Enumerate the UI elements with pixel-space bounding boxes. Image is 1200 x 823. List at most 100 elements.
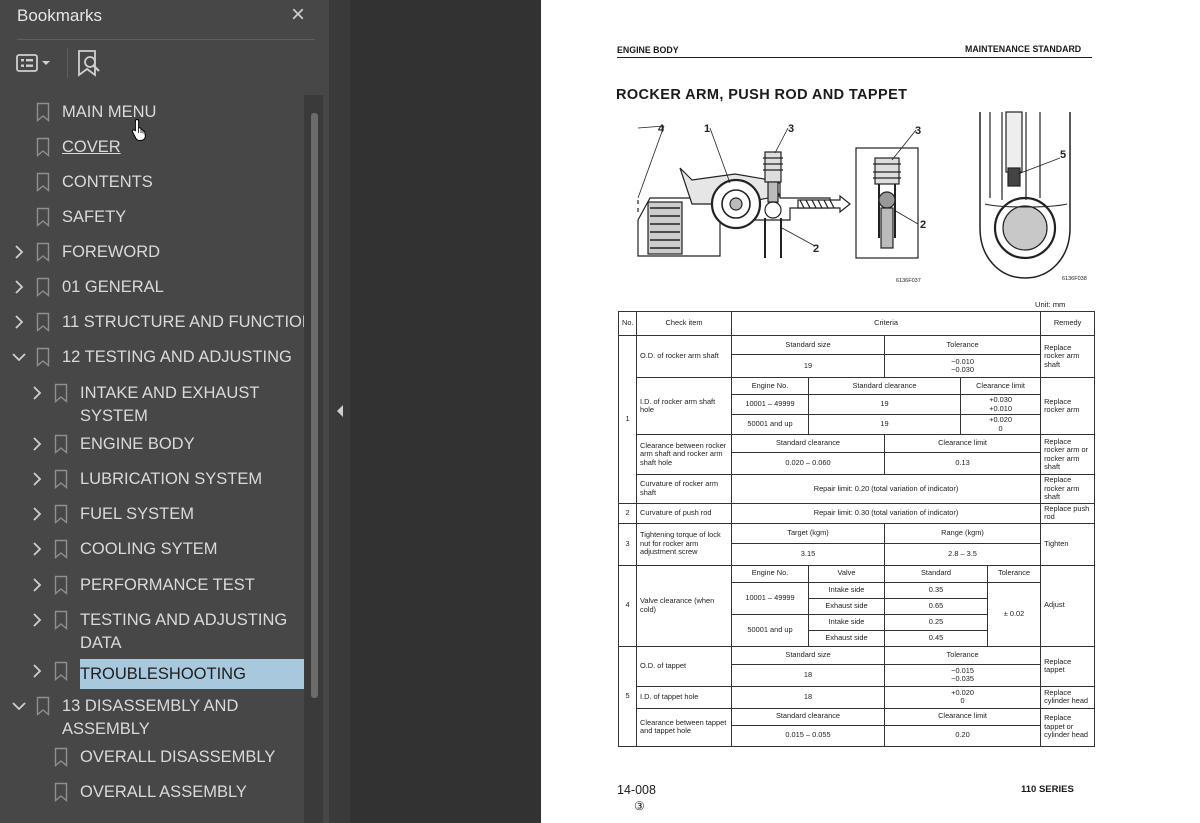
- r8-tol: −0.015 −0.035: [883, 663, 1042, 687]
- r3-remedy: Replace rocker arm or rocker arm shaft: [1040, 434, 1096, 475]
- r7-h4: Tolerance: [986, 564, 1042, 583]
- r5-remedy: Replace push rod: [1040, 502, 1096, 524]
- r10-h1: Standard clearance: [731, 707, 885, 726]
- chevron-down-icon[interactable]: [12, 349, 26, 365]
- fig-label-3b: 3: [915, 125, 921, 137]
- bookmark-icon: [54, 469, 68, 489]
- doc-header-right: MAINTENANCE STANDARD: [965, 44, 1082, 54]
- bookmark-label: 13 DISASSEMBLY AND: [62, 697, 239, 715]
- bookmark-item-foreword[interactable]: FOREWORD: [0, 241, 310, 265]
- chevron-down-icon[interactable]: [12, 698, 26, 714]
- bookmark-label: 01 GENERAL: [62, 278, 164, 296]
- th-check-item: Check item: [636, 311, 732, 336]
- bookmark-item-contents[interactable]: CONTENTS: [0, 171, 310, 195]
- bookmark-item-structure-and-function[interactable]: 11 STRUCTURE AND FUNCTION: [0, 311, 314, 335]
- bookmark-label: DATA: [80, 634, 122, 652]
- fig-label-2: 2: [813, 243, 819, 255]
- chevron-right-icon[interactable]: [30, 577, 44, 593]
- bookmark-icon: [36, 277, 50, 297]
- bookmark-label: SYSTEM: [80, 407, 148, 425]
- panel-divider: [17, 39, 315, 40]
- bookmark-item-testing-and-adjusting[interactable]: 12 TESTING AND ADJUSTING: [0, 346, 310, 370]
- toolbar-divider: [67, 48, 68, 78]
- bookmark-item-cover[interactable]: COVER: [0, 136, 310, 160]
- bookmark-label: 12 TESTING AND ADJUSTING: [62, 348, 292, 366]
- bookmark-item-main-menu[interactable]: MAIN MENU: [0, 101, 310, 125]
- chevron-right-icon[interactable]: [30, 506, 44, 522]
- bookmark-options-button[interactable]: [16, 50, 58, 76]
- chevron-right-icon[interactable]: [12, 314, 26, 330]
- bookmark-icon: [36, 696, 50, 716]
- th-no: No.: [618, 311, 637, 336]
- bookmark-label: 11 STRUCTURE AND FUNCTION: [62, 313, 314, 331]
- scrollbar-thumb[interactable]: [311, 113, 318, 698]
- bookmark-item-performance-test[interactable]: PERFORMANCE TEST: [0, 574, 310, 598]
- r2-sc1: 19: [808, 394, 961, 415]
- bookmark-item-troubleshooting[interactable]: TROUBLESHOOTING: [0, 659, 310, 689]
- bookmark-item-engine-body[interactable]: ENGINE BODY: [0, 433, 310, 457]
- r2-item: I.D. of rocker arm shaft hole: [636, 377, 732, 435]
- bookmark-icon: [54, 575, 68, 595]
- bookmark-item-disassembly-and-assembly[interactable]: 13 DISASSEMBLY AND ASSEMBLY: [0, 695, 310, 741]
- row-no-4: 4: [618, 564, 637, 647]
- r2-cl-b: +0.020 0: [959, 414, 1042, 435]
- chevron-right-icon[interactable]: [30, 541, 44, 557]
- r9-t2: 0: [960, 696, 965, 705]
- fig-code-2: 6136F038: [1062, 276, 1087, 282]
- bookmark-icon: [54, 504, 68, 524]
- series-label: 110 SERIES: [1021, 784, 1074, 795]
- row-no-5: 5: [618, 645, 637, 747]
- bookmark-icon: [54, 747, 68, 767]
- chevron-right-icon[interactable]: [30, 612, 44, 628]
- chevron-right-icon[interactable]: [30, 385, 44, 401]
- bookmark-item-fuel-system[interactable]: FUEL SYSTEM: [0, 503, 310, 527]
- r1-tol: −0.010 −0.030: [883, 354, 1042, 378]
- panel-title: Bookmarks: [17, 6, 103, 25]
- r3-v2: 0.13: [883, 452, 1042, 475]
- r2-cl-a: +0.030 +0.010: [959, 394, 1042, 415]
- bookmark-item-safety[interactable]: SAFETY: [0, 206, 310, 230]
- r1-remedy: Replace rocker arm shaft: [1040, 335, 1096, 378]
- r9-item: I.D. of tappet hole: [636, 685, 732, 709]
- collapse-panel-icon[interactable]: [336, 404, 344, 418]
- chevron-right-icon[interactable]: [30, 663, 44, 679]
- r3-h1: Standard clearance: [731, 434, 885, 453]
- chevron-right-icon[interactable]: [30, 471, 44, 487]
- bookmark-label: OVERALL ASSEMBLY: [80, 783, 247, 801]
- r10-item: Clearance between tappet and tappet hole: [636, 707, 732, 747]
- r7-s2: 0.65: [884, 597, 988, 615]
- find-current-bookmark-button[interactable]: [76, 48, 102, 78]
- r4-item: Curvature of rocker arm shaft: [636, 474, 732, 504]
- r6-v1: 3.15: [731, 542, 885, 566]
- rocker-arm-figure: 4 1 3 2 3 2 5 6136F037 6136F038: [637, 111, 1087, 284]
- fig-label-3: 3: [788, 123, 794, 135]
- bookmark-item-testing-and-adjusting-data[interactable]: TESTING AND ADJUSTING DATA: [0, 609, 310, 655]
- r6-item: Tightening torque of lock nut for rocker…: [636, 522, 732, 566]
- r6-v2: 2.8 – 3.5: [883, 542, 1042, 566]
- bookmark-item-overall-disassembly[interactable]: OVERALL DISASSEMBLY: [0, 746, 310, 770]
- chevron-right-icon[interactable]: [12, 279, 26, 295]
- close-panel-button[interactable]: ×: [287, 2, 309, 28]
- bookmark-icon: [36, 102, 50, 122]
- r2-e2: 50001 and up: [731, 414, 809, 435]
- th-criteria: Criteria: [730, 311, 1042, 336]
- r9-v1: 18: [731, 685, 885, 709]
- bookmark-item-cooling-system[interactable]: COOLING SYTEM: [0, 538, 310, 562]
- bookmark-icon: [36, 172, 50, 192]
- bookmarks-panel: Bookmarks × MAIN MENU COVER CONTENTS SAFETY…: [0, 0, 329, 823]
- bookmark-item-lubrication-system[interactable]: LUBRICATION SYSTEM: [0, 468, 310, 492]
- r2-cl2: +0.010: [989, 403, 1012, 413]
- bookmark-item-general[interactable]: 01 GENERAL: [0, 276, 310, 300]
- r7-e1: 10001 – 49999: [731, 581, 809, 615]
- maintenance-standard-table: No. Check item Criteria Remedy 1 O.D. of…: [618, 311, 1096, 747]
- r9-remedy: Replace cylinder head: [1040, 685, 1096, 709]
- r2-sc2: 19: [808, 414, 961, 435]
- bookmark-item-overall-assembly[interactable]: OVERALL ASSEMBLY: [0, 781, 310, 805]
- bookmark-icon: [36, 242, 50, 262]
- chevron-right-icon[interactable]: [12, 244, 26, 260]
- bookmark-item-intake-and-exhaust-system[interactable]: INTAKE AND EXHAUST SYSTEM: [0, 382, 310, 428]
- r10-remedy: Replace tappet or cylinder head: [1040, 707, 1096, 747]
- chevron-right-icon[interactable]: [30, 436, 44, 452]
- r6-h1: Target (kgm): [731, 522, 885, 544]
- fig-label-5: 5: [1060, 149, 1066, 161]
